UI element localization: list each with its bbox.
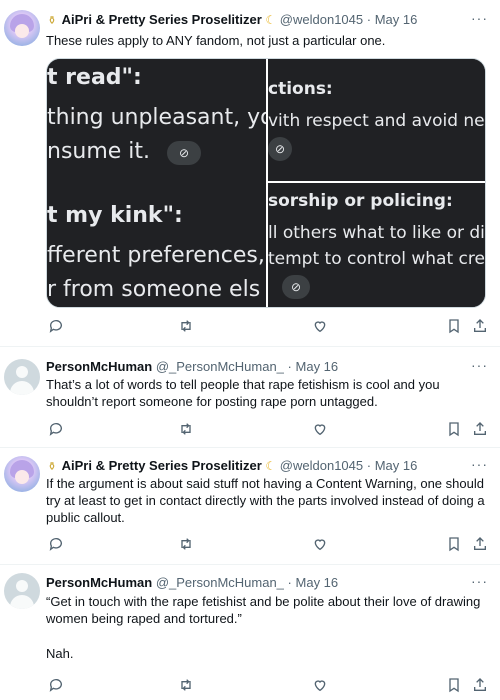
display-name[interactable]: AiPri & Pretty Series Proselitizer <box>62 458 262 473</box>
timestamp[interactable]: May 16 <box>296 575 339 590</box>
tweet-text: That’s a lot of words to tell people tha… <box>46 377 440 409</box>
tweet-header: PersonMcHuman @_PersonMcHuman_ · May 16 <box>46 575 338 591</box>
bookmark-icon[interactable] <box>444 419 464 439</box>
link-icon: ⊘ <box>167 141 201 165</box>
default-avatar-icon <box>10 381 34 395</box>
handle[interactable]: @weldon1045 <box>280 458 363 473</box>
image-panel-right-bottom[interactable]: sorship or policing: ll others what to l… <box>268 183 485 307</box>
reply-icon[interactable] <box>46 316 66 336</box>
retweet-icon[interactable] <box>176 675 196 695</box>
like-icon[interactable] <box>310 419 330 439</box>
handle[interactable]: @weldon1045 <box>280 12 363 27</box>
reply-icon[interactable] <box>46 419 66 439</box>
handle[interactable]: @_PersonMcHuman_ <box>156 575 284 590</box>
share-icon[interactable] <box>470 316 490 336</box>
avatar[interactable] <box>4 456 40 492</box>
image-text: fferent preferences, <box>47 243 265 268</box>
tweet-text: These rules apply to ANY fandom, not jus… <box>46 33 386 48</box>
image-panel-right-top[interactable]: ctions: vith respect and avoid ne ⊘ <box>268 59 485 181</box>
avatar[interactable] <box>4 359 40 395</box>
share-icon[interactable] <box>470 419 490 439</box>
tweet-header: ⚱ AiPri & Pretty Series Proselitizer ☾ @… <box>46 12 417 29</box>
tweet-text: If the argument is about said stuff not … <box>46 476 485 525</box>
tweet-actions <box>46 316 490 336</box>
image-text: ctions: <box>268 79 333 99</box>
tweet-actions <box>46 419 490 439</box>
link-icon: ⊘ <box>282 275 310 299</box>
image-text: ll others what to like or di <box>268 223 485 243</box>
tweet-actions <box>46 675 490 695</box>
tweet-text: “Get in touch with the rape fetishist an… <box>46 594 481 626</box>
default-avatar-icon <box>10 595 34 609</box>
image-panel-left[interactable]: t read": thing unpleasant, yo nsume it. … <box>47 59 266 307</box>
tweet-actions <box>46 534 490 554</box>
image-text: sorship or policing: <box>268 191 453 211</box>
more-icon[interactable]: ··· <box>471 573 488 589</box>
like-icon[interactable] <box>310 316 330 336</box>
avatar[interactable] <box>4 10 40 46</box>
like-icon[interactable] <box>310 675 330 695</box>
image-text: r from someone els <box>47 277 261 302</box>
tweet-header: ⚱ AiPri & Pretty Series Proselitizer ☾ @… <box>46 458 417 475</box>
handle[interactable]: @_PersonMcHuman_ <box>156 359 284 374</box>
image-text: tempt to control what cre <box>268 249 485 269</box>
tweet-1[interactable]: ⚱ AiPri & Pretty Series Proselitizer ☾ @… <box>0 0 500 340</box>
separator-dot: · <box>366 12 372 27</box>
medal-icon: ⚱ <box>47 461 57 473</box>
image-text: thing unpleasant, yo <box>47 105 266 130</box>
separator-dot: · <box>287 359 292 374</box>
tweet-3[interactable]: ⚱ AiPri & Pretty Series Proselitizer ☾ @… <box>0 448 500 563</box>
like-icon[interactable] <box>310 534 330 554</box>
image-text: t read": <box>47 65 142 90</box>
timestamp[interactable]: May 16 <box>375 12 418 27</box>
moon-icon: ☾ <box>265 13 277 27</box>
image-text: vith respect and avoid ne <box>268 111 485 131</box>
default-avatar-icon <box>16 366 28 378</box>
medal-icon: ⚱ <box>47 15 57 27</box>
bookmark-icon[interactable] <box>444 534 464 554</box>
image-text: nsume it. <box>47 139 151 164</box>
display-name[interactable]: PersonMcHuman <box>46 359 152 374</box>
retweet-icon[interactable] <box>176 316 196 336</box>
share-icon[interactable] <box>470 675 490 695</box>
tweet-text: Nah. <box>46 646 74 661</box>
display-name[interactable]: AiPri & Pretty Series Proselitizer <box>62 12 262 27</box>
avatar[interactable] <box>4 573 40 609</box>
retweet-icon[interactable] <box>176 419 196 439</box>
share-icon[interactable] <box>470 534 490 554</box>
retweet-icon[interactable] <box>176 534 196 554</box>
more-icon[interactable]: ··· <box>471 357 488 373</box>
link-icon: ⊘ <box>268 137 292 161</box>
more-icon[interactable]: ··· <box>471 456 488 472</box>
moon-icon: ☾ <box>265 459 277 473</box>
separator-dot: · <box>287 575 292 590</box>
timestamp[interactable]: May 16 <box>296 359 339 374</box>
timestamp[interactable]: May 16 <box>375 458 418 473</box>
display-name[interactable]: PersonMcHuman <box>46 575 152 590</box>
attached-image-grid[interactable]: t read": thing unpleasant, yo nsume it. … <box>46 58 486 308</box>
tweet-4[interactable]: PersonMcHuman @_PersonMcHuman_ · May 16 … <box>0 565 500 700</box>
bookmark-icon[interactable] <box>444 675 464 695</box>
reply-icon[interactable] <box>46 534 66 554</box>
default-avatar-icon <box>16 580 28 592</box>
reply-icon[interactable] <box>46 675 66 695</box>
image-text: t my kink": <box>47 203 183 228</box>
tweet-2[interactable]: PersonMcHuman @_PersonMcHuman_ · May 16 … <box>0 347 500 447</box>
separator-dot: · <box>366 458 372 473</box>
tweet-header: PersonMcHuman @_PersonMcHuman_ · May 16 <box>46 359 338 375</box>
bookmark-icon[interactable] <box>444 316 464 336</box>
more-icon[interactable]: ··· <box>471 10 488 26</box>
